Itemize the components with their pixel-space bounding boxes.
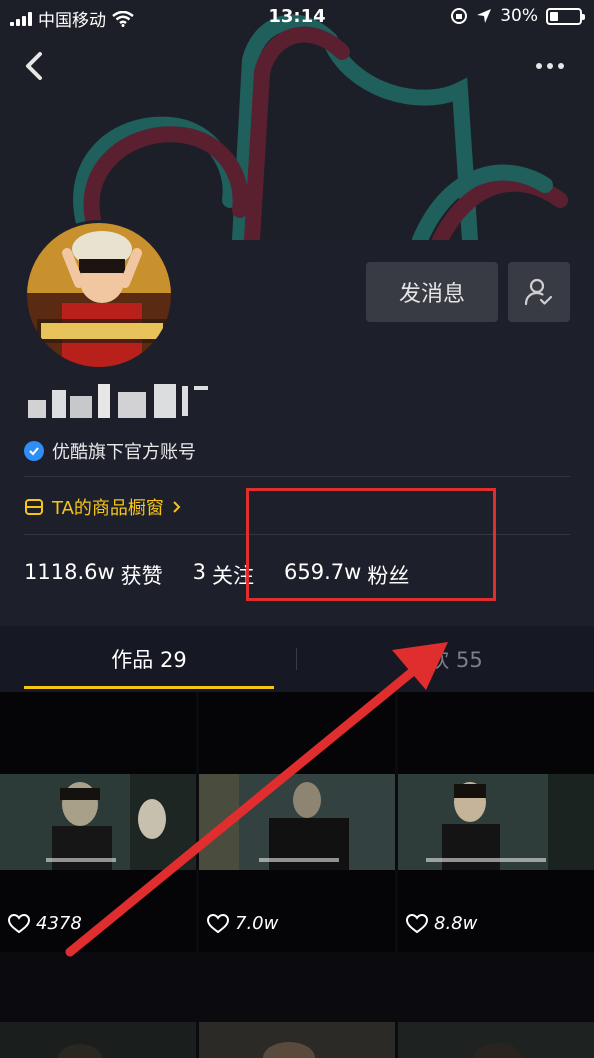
verified-badge: 优酷旗下官方账号 [24, 438, 196, 464]
chevron-left-icon[interactable] [18, 48, 52, 84]
divider [24, 476, 570, 477]
user-check-icon [524, 278, 553, 306]
video-thumbnail[interactable] [398, 1022, 594, 1058]
shop-label: TA的商品橱窗 [52, 498, 164, 519]
more-dots-icon[interactable] [536, 56, 572, 76]
video-thumbnail[interactable]: 8.8w [398, 692, 594, 952]
video-likes: 4378 [8, 913, 82, 934]
tiktok-logo-banner [0, 0, 594, 240]
video-frame-image [199, 1022, 395, 1058]
active-tab-indicator [24, 686, 274, 689]
status-bar: 中国移动 13:14 30% [0, 0, 594, 36]
heart-icon [8, 913, 30, 933]
video-thumbnail[interactable] [199, 1022, 395, 1058]
profile-banner [0, 0, 594, 240]
video-frame-image [0, 774, 196, 870]
status-right: 30% [450, 6, 585, 26]
follow-button[interactable] [508, 262, 570, 322]
annotation-highlight-box [246, 488, 496, 601]
video-thumbnail[interactable]: 7.0w [199, 692, 395, 952]
send-message-button[interactable]: 发消息 [366, 262, 498, 322]
tab-separator [296, 648, 297, 670]
video-frame-image [398, 1022, 594, 1058]
location-icon [477, 9, 492, 23]
stat-likes[interactable]: 1118.6w 获赞 [24, 560, 163, 590]
verified-check-icon [24, 441, 44, 461]
tab-works[interactable]: 作品 29 [24, 626, 274, 692]
shop-icon [25, 499, 43, 515]
avatar[interactable] [24, 220, 174, 370]
rotation-lock-icon [451, 8, 468, 24]
heart-icon [207, 913, 229, 933]
stat-label: 获赞 [120, 564, 163, 588]
video-likes: 7.0w [207, 913, 278, 934]
shop-window-link[interactable]: TA的商品橱窗 [24, 494, 182, 520]
avatar-image [27, 223, 171, 367]
video-frame-image [199, 774, 395, 870]
video-frame-image [0, 1022, 196, 1058]
video-likes-count: 7.0w [235, 913, 279, 934]
tab-likes[interactable]: 喜欢 55 [320, 626, 570, 692]
video-grid: 4378 7.0w 8.8w [0, 692, 594, 1058]
video-likes: 8.8w [406, 913, 477, 934]
video-likes-count: 8.8w [434, 913, 478, 934]
heart-icon [406, 913, 428, 933]
battery-fill [550, 11, 559, 21]
video-frame-image [398, 774, 594, 870]
battery-icon [546, 7, 585, 25]
username-obscured [26, 380, 216, 420]
video-likes-count: 4378 [36, 913, 82, 934]
stat-value: 3 [192, 560, 207, 584]
stat-value: 1118.6w [24, 560, 115, 584]
verified-text: 优酷旗下官方账号 [52, 442, 196, 463]
battery-percent: 30% [500, 6, 538, 26]
video-thumbnail[interactable]: 4378 [0, 692, 196, 952]
video-thumbnail[interactable] [0, 1022, 196, 1058]
content-tabs: 作品 29 喜欢 55 [0, 626, 594, 692]
stat-following[interactable]: 3 关注 [193, 560, 254, 590]
chevron-right-icon [173, 501, 181, 513]
